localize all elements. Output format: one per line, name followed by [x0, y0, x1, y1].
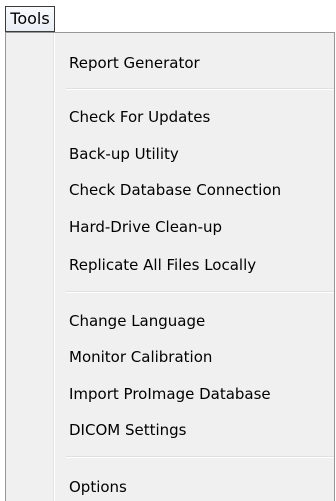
menu-item-options[interactable]: Options	[8, 472, 330, 501]
menu-item-change-language[interactable]: Change Language	[8, 306, 330, 336]
tools-dropdown-menu: Report Generator Check For Updates Back-…	[5, 32, 335, 501]
menu-separator	[66, 291, 334, 293]
menu-item-replicate-files[interactable]: Replicate All Files Locally	[8, 250, 330, 280]
menu-item-hard-drive-cleanup[interactable]: Hard-Drive Clean-up	[8, 212, 330, 242]
menu-separator	[66, 456, 334, 458]
menu-item-check-for-updates[interactable]: Check For Updates	[8, 102, 330, 132]
menu-item-backup-utility[interactable]: Back-up Utility	[8, 139, 330, 169]
menu-item-report-generator[interactable]: Report Generator	[8, 48, 330, 78]
tools-menu-screen: Tools Report Generator Check For Updates…	[0, 0, 336, 501]
menu-item-import-proimage[interactable]: Import ProImage Database	[8, 379, 330, 409]
menu-item-dicom-settings[interactable]: DICOM Settings	[8, 415, 330, 445]
menu-item-monitor-calibration[interactable]: Monitor Calibration	[8, 342, 330, 372]
menu-item-check-database-connection[interactable]: Check Database Connection	[8, 175, 330, 205]
tools-menu-button[interactable]: Tools	[5, 6, 55, 32]
menu-separator	[66, 88, 334, 90]
